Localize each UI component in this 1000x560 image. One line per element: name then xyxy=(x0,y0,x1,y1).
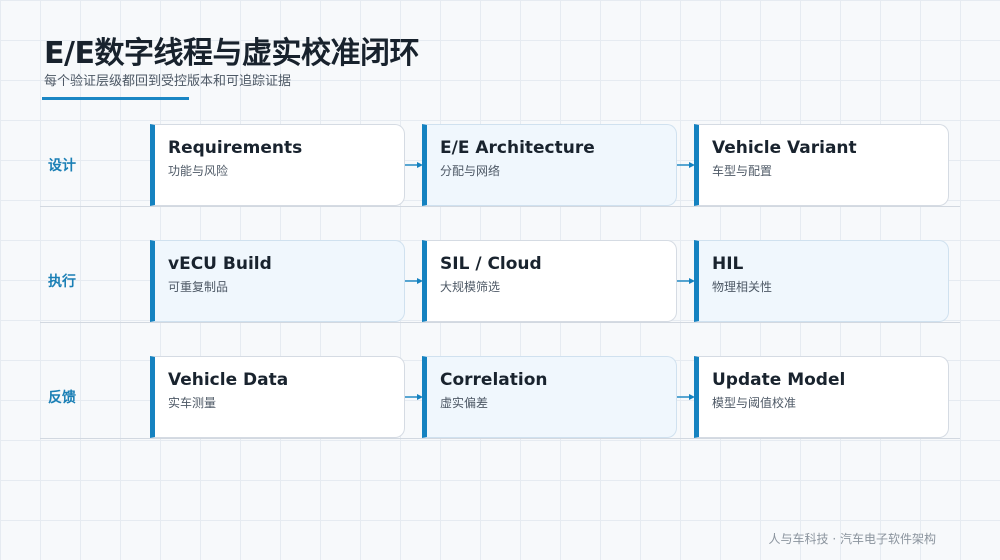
card-subtitle: 分配与网络 xyxy=(440,164,501,178)
arrow-right-icon xyxy=(677,394,695,400)
card-title: HIL xyxy=(712,254,744,274)
card-title: Vehicle Data xyxy=(168,370,289,390)
card-subtitle: 可重复制品 xyxy=(168,280,229,294)
card-title: Update Model xyxy=(712,370,846,390)
card-sil-cloud[interactable]: SIL / Cloud 大规模筛选 xyxy=(422,240,677,322)
footer-credit: 人与车科技 · 汽车电子软件架构 xyxy=(768,532,936,546)
card-subtitle: 功能与风险 xyxy=(168,164,229,178)
arrow-right-icon xyxy=(405,162,423,168)
card-ee-architecture[interactable]: E/E Architecture 分配与网络 xyxy=(422,124,677,206)
card-title: vECU Build xyxy=(168,254,272,274)
card-requirements[interactable]: Requirements 功能与风险 xyxy=(150,124,405,206)
card-hil[interactable]: HIL 物理相关性 xyxy=(694,240,949,322)
row-separator xyxy=(40,322,960,323)
row-separator xyxy=(40,206,960,207)
arrow-right-icon xyxy=(677,278,695,284)
title-underline xyxy=(42,97,189,100)
card-subtitle: 虚实偏差 xyxy=(440,396,489,410)
card-subtitle: 物理相关性 xyxy=(712,280,773,294)
card-subtitle: 车型与配置 xyxy=(712,164,773,178)
arrow-right-icon xyxy=(405,394,423,400)
row-label-execute: 执行 xyxy=(48,274,76,290)
row-separator xyxy=(40,438,960,439)
card-vehicle-variant[interactable]: Vehicle Variant 车型与配置 xyxy=(694,124,949,206)
card-title: SIL / Cloud xyxy=(440,254,542,274)
card-correlation[interactable]: Correlation 虚实偏差 xyxy=(422,356,677,438)
row-label-feedback: 反馈 xyxy=(48,390,76,406)
card-vecu-build[interactable]: vECU Build 可重复制品 xyxy=(150,240,405,322)
row-label-design: 设计 xyxy=(48,158,76,174)
card-title: Vehicle Variant xyxy=(712,138,857,158)
arrow-right-icon xyxy=(405,278,423,284)
card-title: Requirements xyxy=(168,138,303,158)
card-vehicle-data[interactable]: Vehicle Data 实车测量 xyxy=(150,356,405,438)
card-subtitle: 实车测量 xyxy=(168,396,217,410)
page-subtitle: 每个验证层级都回到受控版本和可追踪证据 xyxy=(44,74,292,89)
card-subtitle: 大规模筛选 xyxy=(440,280,501,294)
card-subtitle: 模型与阈值校准 xyxy=(712,396,797,410)
card-title: Correlation xyxy=(440,370,548,390)
card-title: E/E Architecture xyxy=(440,138,595,158)
arrow-right-icon xyxy=(677,162,695,168)
card-update-model[interactable]: Update Model 模型与阈值校准 xyxy=(694,356,949,438)
page-title: E/E数字线程与虚实校准闭环 xyxy=(44,36,419,71)
